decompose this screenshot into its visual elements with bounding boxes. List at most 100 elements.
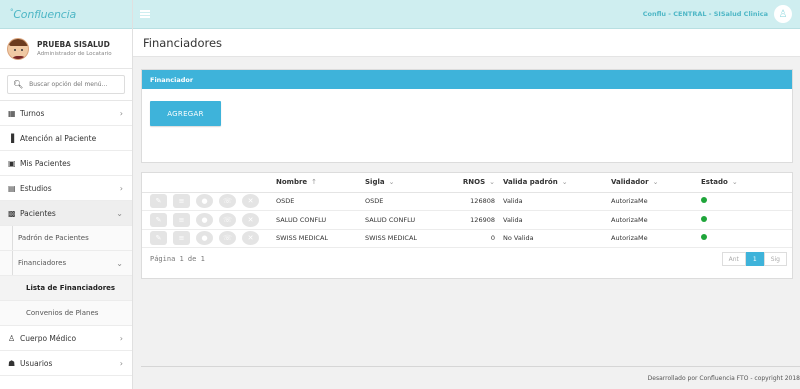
table-row: ✎ ≡ ● ☏ ✕ OSDE OSDE 126808 Valida Autori… xyxy=(142,192,792,211)
cell-valida: Valida xyxy=(499,210,607,230)
page-title: Financiadores xyxy=(143,35,223,50)
barcode-icon: ▐ xyxy=(8,133,15,143)
cell-valida: Valida xyxy=(499,192,607,211)
col-validador[interactable]: Validador ⌄ xyxy=(607,173,697,193)
delete-icon[interactable]: ✕ xyxy=(242,194,259,209)
chevron-right-icon: › xyxy=(119,333,123,343)
edit-icon[interactable]: ✎ xyxy=(150,212,167,227)
calendar-icon: ▦ xyxy=(8,108,16,118)
sort-icon: ⌄ xyxy=(561,178,568,187)
cell-nombre: SWISS MEDICAL xyxy=(272,229,361,248)
add-button[interactable]: AGREGAR xyxy=(150,101,221,126)
cell-validador: AutorizaMe xyxy=(607,192,697,211)
sidebar-item-atencion[interactable]: ▐ Atención al Paciente xyxy=(0,126,132,151)
page-header: Financiadores xyxy=(133,29,800,57)
edit-icon[interactable]: ✎ xyxy=(150,194,167,209)
phone-icon[interactable]: ☏ xyxy=(219,194,236,209)
chevron-right-icon: › xyxy=(119,183,123,193)
sidebar-item-convenios[interactable]: Convenios de Planes xyxy=(0,301,132,326)
list-icon[interactable]: ≡ xyxy=(173,194,190,209)
sidebar-item-label: Atención al Paciente xyxy=(20,133,97,143)
sort-icon: ⌄ xyxy=(731,178,738,187)
cell-validador: AutorizaMe xyxy=(607,210,697,230)
cell-validador: AutorizaMe xyxy=(607,229,697,248)
financiadores-table: Nombre ↑ Sigla ⌄ RNOS ⌄ Valida padrón ⌄ Vali… xyxy=(141,172,793,279)
sidebar-item-label: Padrón de Pacientes xyxy=(18,234,89,242)
sidebar-item-label: Convenios de Planes xyxy=(26,309,99,317)
delete-icon[interactable]: ✕ xyxy=(242,231,259,246)
delete-icon[interactable]: ✕ xyxy=(242,212,259,227)
cell-nombre: SALUD CONFLU xyxy=(272,210,361,230)
cell-nombre: OSDE xyxy=(272,192,361,211)
user-avatar-icon[interactable]: ♙ xyxy=(774,5,792,23)
col-nombre[interactable]: Nombre ↑ xyxy=(272,173,361,193)
cell-rnos: 126908 xyxy=(441,210,499,230)
sidebar-item-lista-financiadores[interactable]: Lista de Financiadores xyxy=(0,276,132,301)
user-icon[interactable]: ● xyxy=(196,231,213,246)
pagination-row: Página 1 de 1 Ant 1 Sig xyxy=(142,248,792,270)
search-icon: 🔍︎ xyxy=(13,80,24,89)
table-row: ✎ ≡ ● ☏ ✕ SWISS MEDICAL SWISS MEDICAL 0 … xyxy=(142,229,792,248)
cell-valida: No Valida xyxy=(499,229,607,248)
id-card-icon: ▩ xyxy=(8,208,16,218)
sidebar-item-turnos[interactable]: ▦ Turnos › xyxy=(0,101,132,126)
phone-icon[interactable]: ☏ xyxy=(219,212,236,227)
menu-toggle-icon[interactable] xyxy=(140,9,150,20)
col-sigla[interactable]: Sigla ⌄ xyxy=(361,173,441,193)
sort-asc-icon: ↑ xyxy=(311,178,318,187)
list-icon[interactable]: ≡ xyxy=(173,231,190,246)
user-icon[interactable]: ● xyxy=(196,212,213,227)
sort-icon: ⌄ xyxy=(388,178,395,187)
user-icon[interactable]: ● xyxy=(196,194,213,209)
user-name: PRUEBA SISALUD xyxy=(37,40,110,49)
sidebar-item-usuarios[interactable]: ☗ Usuarios › xyxy=(0,351,132,376)
sidebar-item-label: Turnos xyxy=(20,108,45,118)
confluencia-logo[interactable]: °Confluencia xyxy=(10,8,76,21)
chevron-right-icon: › xyxy=(119,358,123,368)
sidebar-item-label: Lista de Financiadores xyxy=(26,284,116,292)
cell-rnos: 0 xyxy=(441,229,499,248)
col-valida-padron[interactable]: Valida padrón ⌄ xyxy=(499,173,607,193)
financiador-panel: Financiador AGREGAR xyxy=(141,69,793,163)
file-icon: ▤ xyxy=(8,183,16,193)
col-rnos[interactable]: RNOS ⌄ xyxy=(441,173,499,193)
sidebar-item-cuerpo-medico[interactable]: ♙ Cuerpo Médico › xyxy=(0,326,132,351)
sort-icon: ⌄ xyxy=(652,178,659,187)
context-label[interactable]: Conflu - CENTRAL - SISalud Clinica xyxy=(643,10,768,18)
group-icon: ☗ xyxy=(8,358,16,368)
prev-page-button[interactable]: Ant xyxy=(721,252,746,266)
sidebar-item-label: Financiadores xyxy=(18,259,67,267)
page-1-button[interactable]: 1 xyxy=(745,252,764,266)
cell-sigla: SALUD CONFLU xyxy=(361,210,441,230)
list-icon[interactable]: ≡ xyxy=(173,212,190,227)
sidebar-item-label: Cuerpo Médico xyxy=(20,333,77,343)
footer-text: Desarrollado por Confluencia FTO - copyr… xyxy=(647,374,800,382)
footer: Desarrollado por Confluencia FTO - copyr… xyxy=(141,366,800,389)
sidebar-menu: ▦ Turnos › ▐ Atención al Paciente ▣ Mis … xyxy=(0,100,132,376)
users-icon: ▣ xyxy=(8,158,16,168)
sidebar-item-padron[interactable]: Padrón de Pacientes xyxy=(0,226,132,251)
user-role: Administrador de Locatario xyxy=(37,51,112,57)
col-estado[interactable]: Estado ⌄ xyxy=(697,173,792,193)
top-navbar: Conflu - CENTRAL - SISalud Clinica ♙ xyxy=(133,0,800,29)
phone-icon[interactable]: ☏ xyxy=(219,231,236,246)
brand-bar: °Confluencia xyxy=(0,0,132,29)
sidebar-item-label: Pacientes xyxy=(20,208,56,218)
next-page-button[interactable]: Sig xyxy=(763,252,787,266)
sidebar-item-financiadores[interactable]: Financiadores ⌄ xyxy=(0,251,132,276)
table-row: ✎ ≡ ● ☏ ✕ SALUD CONFLU SALUD CONFLU 1269… xyxy=(142,210,792,230)
status-active-icon xyxy=(701,215,707,222)
sort-icon: ⌄ xyxy=(489,178,495,187)
sidebar-item-pacientes[interactable]: ▩ Pacientes ⌄ xyxy=(0,201,132,226)
cell-rnos: 126808 xyxy=(441,192,499,211)
table-header-row: Nombre ↑ Sigla ⌄ RNOS ⌄ Valida padrón ⌄ Vali… xyxy=(142,173,792,193)
sidebar-item-label: Estudios xyxy=(20,183,52,193)
sidebar-item-mis-pacientes[interactable]: ▣ Mis Pacientes xyxy=(0,151,132,176)
edit-icon[interactable]: ✎ xyxy=(150,231,167,246)
status-active-icon xyxy=(701,197,707,204)
search-input[interactable] xyxy=(29,81,120,88)
chevron-down-icon: ⌄ xyxy=(116,258,123,268)
sidebar-item-estudios[interactable]: ▤ Estudios › xyxy=(0,176,132,201)
main-content: Financiadores Financiador AGREGAR Nombre… xyxy=(133,29,800,389)
chevron-down-icon: ⌄ xyxy=(116,208,123,218)
